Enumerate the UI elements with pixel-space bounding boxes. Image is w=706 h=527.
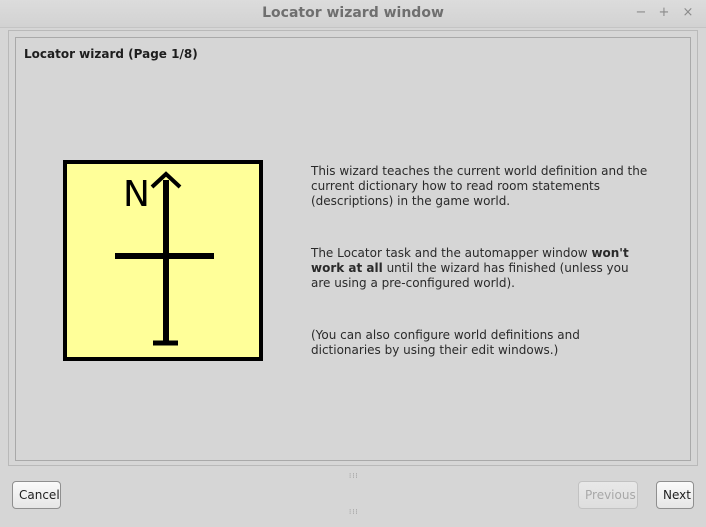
next-button[interactable]: Next bbox=[656, 481, 694, 509]
previous-button[interactable]: Previous bbox=[578, 481, 638, 509]
close-icon[interactable]: × bbox=[680, 5, 696, 21]
pane-grip-bottom[interactable]: ⁞⁞⁞ bbox=[349, 509, 358, 516]
warning-paragraph: The Locator task and the automapper wind… bbox=[311, 246, 651, 291]
note-paragraph: (You can also configure world definition… bbox=[311, 328, 580, 357]
title-bar[interactable]: Locator wizard window − + × bbox=[0, 0, 706, 28]
compass-north-label: N bbox=[123, 174, 150, 215]
maximize-icon[interactable]: + bbox=[656, 5, 672, 21]
window-title: Locator wizard window bbox=[262, 5, 444, 21]
locator-wizard-window: Locator wizard window − + × Locator wiza… bbox=[0, 0, 706, 527]
pane-grip-top[interactable]: ⁞⁞⁞ bbox=[349, 473, 358, 480]
intro-paragraph: This wizard teaches the current world de… bbox=[311, 164, 648, 208]
compass-icon: N bbox=[63, 160, 263, 361]
minimize-icon[interactable]: − bbox=[633, 5, 649, 21]
warning-text-start: The Locator task and the automapper wind… bbox=[311, 246, 592, 260]
cancel-button[interactable]: Cancel bbox=[12, 481, 61, 509]
page-title: Locator wizard (Page 1/8) bbox=[24, 47, 198, 61]
